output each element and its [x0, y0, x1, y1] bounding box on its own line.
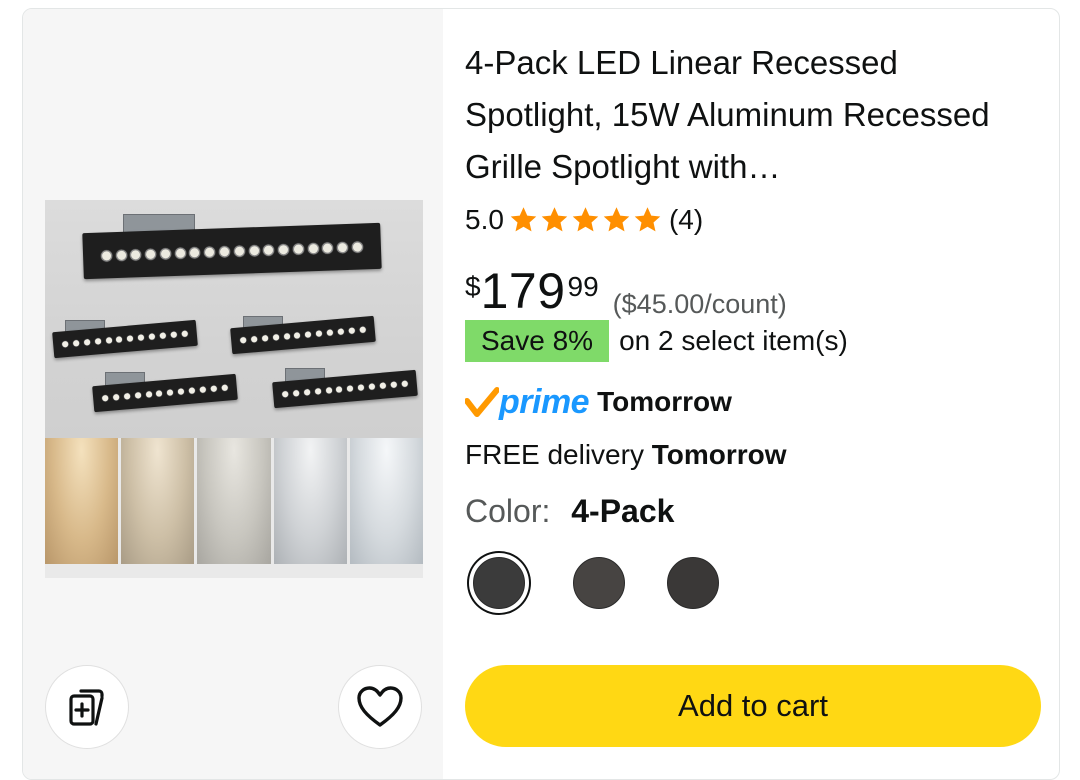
- delivery-prefix: FREE delivery: [465, 439, 644, 470]
- heart-icon: [357, 686, 403, 727]
- light-swatch-cool: [273, 438, 347, 564]
- price-fraction: 99: [567, 271, 599, 302]
- color-label: Color:: [465, 493, 551, 529]
- light-temperature-swatches: [45, 438, 424, 564]
- product-title[interactable]: 4-Pack LED Linear Recessed Spotlight, 15…: [465, 37, 1025, 193]
- compare-button[interactable]: [45, 665, 129, 749]
- color-selection: Color: 4-Pack: [465, 489, 674, 533]
- rating-row[interactable]: 5.0 (4): [465, 202, 703, 238]
- review-count[interactable]: (4): [669, 204, 703, 236]
- star-icon: [510, 207, 537, 232]
- price: $ 179 99 ($45.00/count): [465, 259, 787, 321]
- light-swatch-soft: [121, 438, 195, 564]
- unit-price: ($45.00/count): [612, 289, 787, 319]
- product-image-fixtures: [45, 200, 423, 438]
- save-badge: Save 8%: [465, 320, 610, 362]
- free-delivery: FREE delivery Tomorrow: [465, 435, 787, 475]
- prime-delivery-day: Tomorrow: [597, 386, 732, 417]
- light-swatch-warm: [45, 438, 119, 564]
- light-swatch-daylight: [349, 438, 424, 564]
- star-icon: [541, 207, 568, 232]
- star-icon: [572, 207, 599, 232]
- rating-value: 5.0: [465, 204, 504, 235]
- add-to-cart-button[interactable]: Add to cart: [465, 665, 1041, 747]
- add-to-compare-icon: [69, 689, 104, 726]
- prime-check-icon: [465, 387, 499, 417]
- product-image-panel: [23, 9, 443, 779]
- prime-logo: prime: [465, 382, 590, 422]
- color-option-selected[interactable]: [473, 557, 525, 609]
- prime-word: prime: [499, 382, 590, 421]
- color-option-2[interactable]: [573, 557, 625, 609]
- price-whole: 179: [480, 263, 566, 319]
- product-image[interactable]: [45, 200, 424, 578]
- prime-delivery: prime Tomorrow: [465, 379, 732, 425]
- product-card[interactable]: 4-Pack LED Linear Recessed Spotlight, 15…: [22, 8, 1060, 780]
- star-icon: [603, 207, 630, 232]
- light-swatch-neutral: [197, 438, 271, 564]
- color-option-3[interactable]: [667, 557, 719, 609]
- delivery-day: Tomorrow: [651, 439, 787, 470]
- save-promotion: Save 8% on 2 select item(s): [465, 320, 848, 362]
- save-text: on 2 select item(s): [619, 325, 848, 356]
- price-symbol: $: [465, 271, 481, 302]
- add-to-wishlist-button[interactable]: [338, 665, 422, 749]
- color-options: [465, 548, 765, 618]
- color-value: 4-Pack: [571, 493, 675, 529]
- star-rating: [508, 205, 663, 235]
- star-icon: [634, 207, 661, 232]
